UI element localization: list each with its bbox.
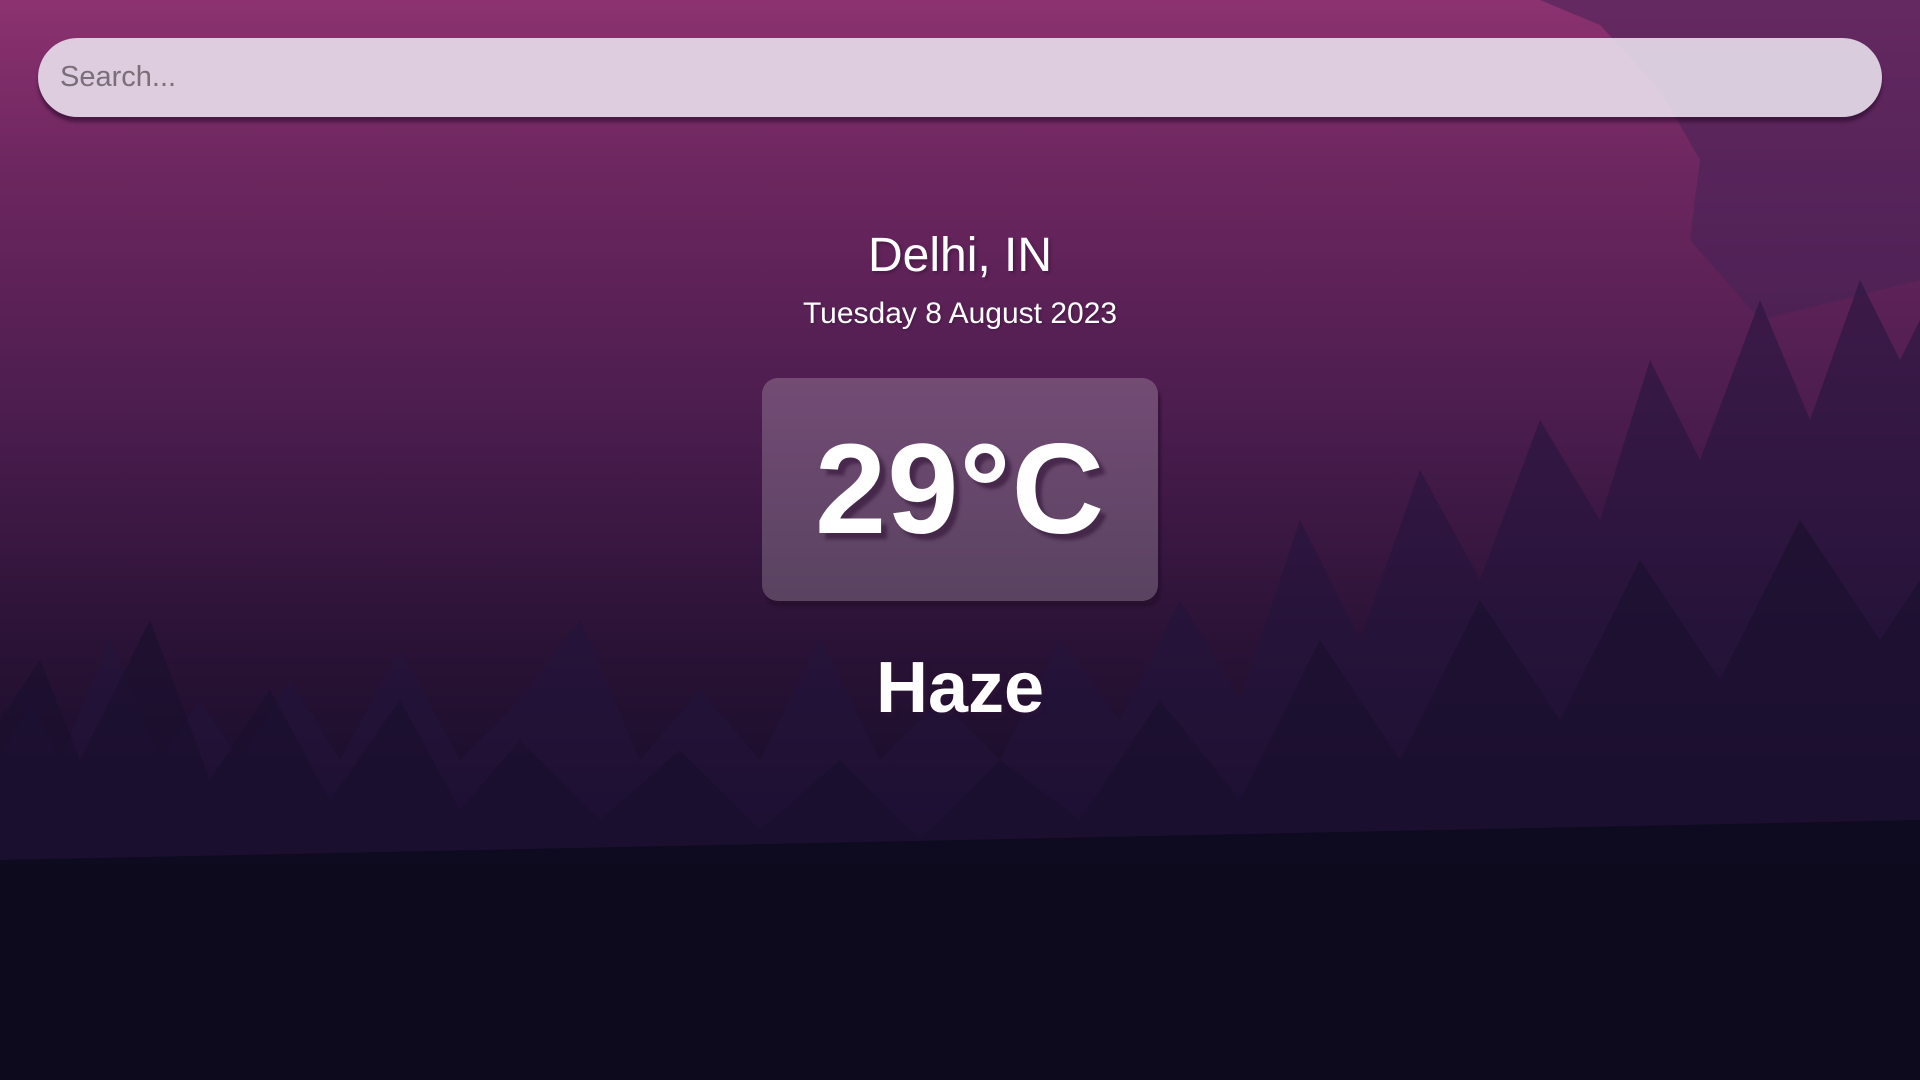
ground	[0, 820, 1920, 1080]
temperature-card: 29°C	[762, 378, 1158, 601]
search-bar[interactable]	[38, 38, 1882, 117]
search-input[interactable]	[38, 38, 1882, 117]
location-box: Delhi, IN Tuesday 8 August 2023	[0, 224, 1920, 334]
weather-condition: Haze	[875, 648, 1045, 728]
location-name: Delhi, IN	[867, 229, 1053, 282]
temperature-value: 29°C	[815, 417, 1105, 561]
current-date: Tuesday 8 August 2023	[802, 297, 1118, 330]
